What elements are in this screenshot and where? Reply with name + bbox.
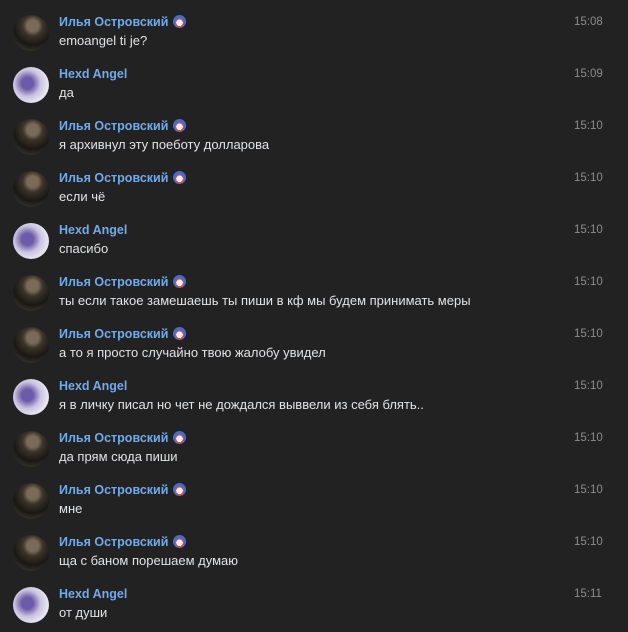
message: Илья Островский 15:10 а то я просто случ… — [0, 327, 628, 379]
author-name-text: Hexd Angel — [59, 223, 128, 237]
message-text: я архивнул эту поеботу долларова — [59, 137, 270, 152]
message-text: мне — [59, 501, 83, 516]
message-time: 15:10 — [574, 224, 603, 236]
author-name-text: Hexd Angel — [59, 379, 128, 393]
verified-badge-icon — [173, 119, 187, 132]
verified-badge-icon — [173, 275, 187, 288]
message-time: 15:10 — [574, 380, 603, 392]
message-text: ща с баном порешаем думаю — [59, 553, 239, 568]
message-time: 15:10 — [574, 432, 603, 444]
avatar[interactable] — [13, 587, 49, 623]
avatar[interactable] — [13, 379, 49, 415]
author-name[interactable]: Илья Островский — [59, 274, 187, 290]
avatar[interactable] — [13, 483, 49, 519]
message-time: 15:10 — [574, 484, 603, 496]
verified-badge-icon — [173, 15, 187, 28]
message: Илья Островский 15:10 я архивнул эту пое… — [0, 119, 628, 171]
message-text: да прям сюда пиши — [59, 449, 178, 464]
message: Илья Островский 15:10 ты если такое заме… — [0, 275, 628, 327]
message-time: 15:10 — [574, 536, 603, 548]
author-name-text: Илья Островский — [59, 431, 169, 445]
message-time: 15:10 — [574, 276, 603, 288]
author-name-text: Hexd Angel — [59, 587, 128, 601]
author-name-text: Hexd Angel — [59, 67, 128, 81]
verified-badge-icon — [173, 431, 187, 444]
avatar[interactable] — [13, 535, 49, 571]
author-name[interactable]: Илья Островский — [59, 534, 187, 550]
message-time: 15:11 — [574, 588, 602, 600]
message: Hexd Angel 15:10 спасибо — [0, 223, 628, 275]
message: Илья Островский 15:10 если чё — [0, 171, 628, 223]
message-time: 15:10 — [574, 328, 603, 340]
message-text: от души — [59, 605, 108, 620]
avatar[interactable] — [13, 327, 49, 363]
message-time: 15:10 — [574, 120, 603, 132]
author-name[interactable]: Hexd Angel — [59, 66, 127, 82]
avatar[interactable] — [13, 67, 49, 103]
avatar[interactable] — [13, 119, 49, 155]
author-name[interactable]: Илья Островский — [59, 14, 187, 30]
message-time: 15:08 — [574, 16, 603, 28]
author-name[interactable]: Hexd Angel — [59, 378, 127, 394]
author-name[interactable]: Hexd Angel — [59, 222, 127, 238]
message-text: спасибо — [59, 241, 109, 256]
avatar[interactable] — [13, 171, 49, 207]
avatar[interactable] — [13, 431, 49, 467]
message-text: ты если такое замешаешь ты пиши в кф мы … — [59, 293, 471, 308]
message: Илья Островский 15:10 мне — [0, 483, 628, 535]
message-text: да — [59, 85, 74, 100]
message: Илья Островский 15:10 да прям сюда пиши — [0, 431, 628, 483]
message-text: emoangel ti je? — [59, 33, 148, 48]
author-name[interactable]: Илья Островский — [59, 430, 187, 446]
author-name-text: Илья Островский — [59, 275, 169, 289]
message: Hexd Angel 15:09 да — [0, 67, 628, 119]
avatar[interactable] — [13, 223, 49, 259]
verified-badge-icon — [173, 171, 187, 184]
avatar[interactable] — [13, 275, 49, 311]
verified-badge-icon — [173, 483, 187, 496]
verified-badge-icon — [173, 327, 187, 340]
avatar[interactable] — [13, 15, 49, 51]
message-text: а то я просто случайно твою жалобу увиде… — [59, 345, 326, 360]
author-name[interactable]: Илья Островский — [59, 326, 187, 342]
message-text: я в личку писал но чет не дождался вывве… — [59, 397, 424, 412]
author-name[interactable]: Hexd Angel — [59, 586, 127, 602]
author-name-text: Илья Островский — [59, 327, 169, 341]
message: Илья Островский 15:08 emoangel ti je? — [0, 15, 628, 67]
author-name-text: Илья Островский — [59, 483, 169, 497]
message: Hexd Angel 15:10 я в личку писал но чет … — [0, 379, 628, 431]
message: Hexd Angel 15:11 от души — [0, 587, 628, 632]
author-name[interactable]: Илья Островский — [59, 118, 187, 134]
message: Илья Островский 15:10 ща с баном порешае… — [0, 535, 628, 587]
verified-badge-icon — [173, 535, 187, 548]
author-name-text: Илья Островский — [59, 15, 169, 29]
message-history: Илья Островский 15:08 emoangel ti je? He… — [0, 0, 628, 632]
author-name-text: Илья Островский — [59, 119, 169, 133]
message-time: 15:10 — [574, 172, 603, 184]
message-time: 15:09 — [574, 68, 603, 80]
author-name[interactable]: Илья Островский — [59, 482, 187, 498]
author-name[interactable]: Илья Островский — [59, 170, 187, 186]
author-name-text: Илья Островский — [59, 171, 169, 185]
author-name-text: Илья Островский — [59, 535, 169, 549]
message-text: если чё — [59, 189, 106, 204]
